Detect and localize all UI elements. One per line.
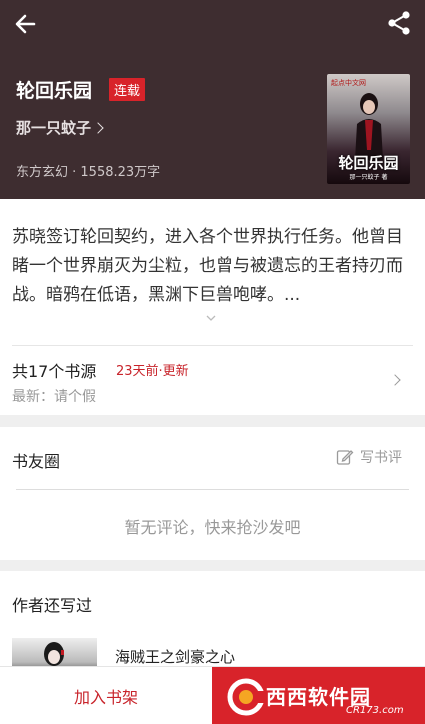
cover-figure-image: [355, 93, 383, 160]
book-header: 轮回乐园 连载 那一只蚊子 东方玄幻 · 1558.23万字 起点中文网 轮回乐…: [0, 0, 425, 199]
cover-title: 轮回乐园: [338, 154, 399, 172]
book-cover[interactable]: 起点中文网 轮回乐园 那一只蚊子 著: [327, 74, 410, 184]
divider: [16, 489, 409, 490]
status-badge: 连载: [109, 78, 146, 101]
cover-publisher: 起点中文网: [331, 79, 366, 87]
share-button[interactable]: [385, 8, 413, 40]
watermark-logo-icon: [227, 678, 266, 716]
write-review-label: 写书评: [360, 450, 402, 466]
sources-updated-time: 23天前·更新: [116, 364, 189, 379]
book-friends-section: 书友圈 写书评 暂无评论，快来抢沙发吧: [0, 427, 425, 560]
share-icon: [388, 11, 410, 35]
read-now-button[interactable]: 西西软件园 CR173.com: [212, 667, 425, 724]
section-title: 书友圈: [12, 452, 61, 471]
cover-author: 那一只蚊子 著: [349, 174, 388, 181]
bottom-action-bar: 加入书架 西西软件园 CR173.com: [0, 666, 425, 724]
author-other-books-section: 作者还写过 海贼王之剑豪之心: [0, 571, 425, 678]
author-name: 那一只蚊子: [16, 119, 92, 137]
latest-chapter: 最新：请个假: [12, 389, 96, 405]
site-watermark: 西西软件园 CR173.com: [222, 677, 417, 717]
chevron-down-icon: [206, 315, 216, 321]
section-title: 作者还写过: [12, 596, 93, 615]
empty-comments-text: 暂无评论，快来抢沙发吧: [124, 518, 301, 537]
author-link[interactable]: 那一只蚊子: [16, 117, 104, 138]
book-sources-row[interactable]: 共17个书源 23天前·更新 最新：请个假: [0, 346, 425, 414]
book-meta: 东方玄幻 · 1558.23万字: [16, 165, 161, 180]
back-button[interactable]: [10, 8, 42, 40]
chevron-right-icon: [92, 122, 104, 134]
chevron-right-icon: [389, 374, 401, 386]
other-book-title[interactable]: 海贼王之剑豪之心: [115, 646, 235, 667]
book-title: 轮回乐园: [16, 80, 93, 102]
edit-icon: [336, 450, 354, 465]
expand-synopsis-button[interactable]: [205, 309, 217, 321]
watermark-subtext: CR173.com: [346, 705, 404, 716]
add-to-shelf-button[interactable]: 加入书架: [0, 667, 212, 724]
back-arrow-icon: [15, 14, 36, 34]
sources-count: 共17个书源: [12, 362, 97, 381]
write-review-button[interactable]: 写书评: [336, 447, 402, 467]
synopsis-text: 苏晓签订轮回契约，进入各个世界执行任务。他曾目睹一个世界崩灭为尘粒，也曾与被遗忘…: [12, 227, 403, 305]
